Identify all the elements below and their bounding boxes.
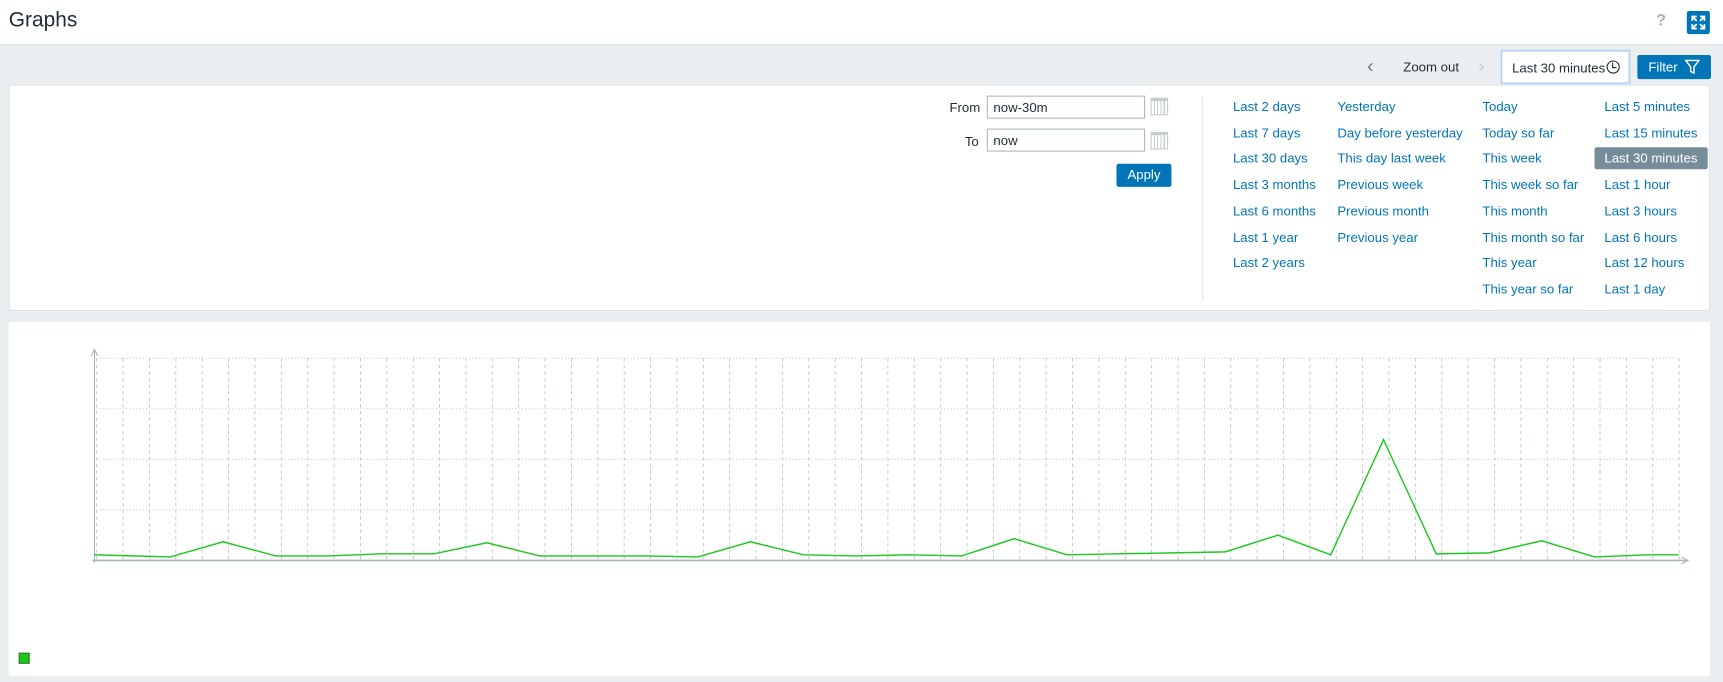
data-point [1435, 553, 1437, 555]
data-point [855, 555, 857, 557]
data-point [1277, 534, 1279, 536]
data-point [222, 541, 224, 543]
data-point [433, 553, 435, 555]
data-point [1382, 439, 1385, 441]
data-point [275, 555, 277, 557]
data-point [1593, 556, 1596, 558]
data-point [802, 554, 804, 556]
legend-color-swatch [18, 652, 30, 664]
data-point [1119, 553, 1121, 555]
data-point [1677, 554, 1679, 556]
data-point [1541, 540, 1543, 542]
data-point [960, 555, 963, 557]
data-point [644, 555, 646, 557]
data-point [749, 541, 752, 543]
data-point [486, 542, 488, 544]
data-point [93, 554, 96, 556]
data-point [1488, 552, 1490, 554]
data-point [1224, 551, 1226, 553]
data-point [327, 555, 330, 557]
graph-chart [90, 348, 1690, 565]
data-point [1330, 554, 1332, 556]
data-point [538, 555, 541, 557]
data-point [1171, 552, 1174, 554]
data-point [380, 553, 382, 555]
data-point [1013, 538, 1015, 540]
data-point [1646, 554, 1648, 556]
data-point [908, 554, 910, 556]
data-point [591, 555, 593, 557]
series-line [94, 437, 1679, 558]
data-point [697, 556, 699, 558]
data-point [1066, 554, 1068, 556]
data-point [169, 556, 171, 558]
